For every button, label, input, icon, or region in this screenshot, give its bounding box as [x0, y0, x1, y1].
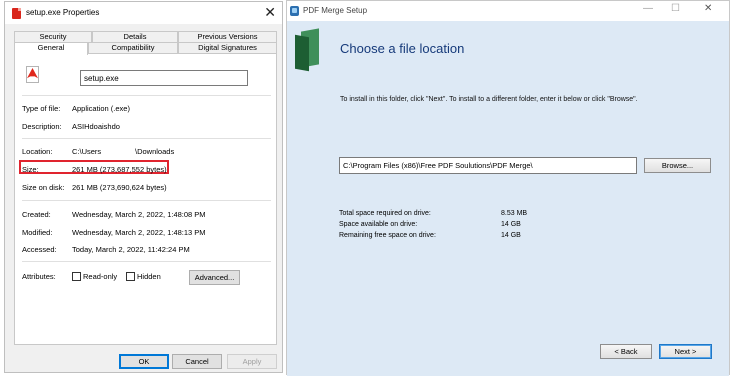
- minimize-icon[interactable]: —: [643, 3, 653, 14]
- hidden-label: Hidden: [137, 272, 161, 281]
- install-instructions: To install in this folder, click "Next".…: [340, 96, 638, 103]
- location-label: Location:: [22, 147, 53, 156]
- modified-value: Wednesday, March 2, 2022, 1:48:13 PM: [72, 228, 206, 237]
- readonly-label: Read-only: [83, 272, 118, 281]
- space-required-value: 8.53 MB: [501, 210, 528, 217]
- tab-security[interactable]: Security: [14, 31, 92, 42]
- divider: [22, 261, 271, 262]
- divider: [22, 95, 271, 96]
- tab-compatibility[interactable]: Compatibility: [88, 42, 178, 53]
- location-value: C:\Users: [72, 147, 102, 156]
- size-on-disk-label: Size on disk:: [22, 183, 65, 192]
- ok-button[interactable]: OK: [119, 354, 169, 369]
- install-path-input[interactable]: C:\Program Files (x86)\Free PDF Soulutio…: [339, 157, 637, 174]
- properties-titlebar: setup.exe Properties ✕: [5, 2, 282, 24]
- properties-title: setup.exe Properties: [26, 8, 100, 17]
- attributes-label: Attributes:: [22, 272, 56, 281]
- modified-label: Modified:: [22, 228, 53, 237]
- size-value: 261 MB (273,687,552 bytes): [72, 165, 167, 174]
- pdf-icon: [26, 66, 41, 83]
- page-title: Choose a file location: [340, 41, 465, 56]
- type-label: Type of file:: [22, 104, 61, 113]
- folder-icon: [295, 28, 323, 72]
- cancel-button[interactable]: Cancel: [172, 354, 222, 369]
- close-icon[interactable]: ✕: [704, 3, 712, 14]
- app-icon: [290, 6, 299, 16]
- type-value: Application (.exe): [72, 104, 130, 113]
- file-name-field[interactable]: setup.exe: [80, 70, 248, 86]
- space-remaining-value: 14 GB: [501, 232, 521, 239]
- description-label: Description:: [22, 122, 62, 131]
- tab-digital-signatures[interactable]: Digital Signatures: [178, 42, 277, 53]
- space-available-value: 14 GB: [501, 221, 521, 228]
- apply-button[interactable]: Apply: [227, 354, 277, 369]
- description-value: ASIHdoaishdo: [72, 122, 120, 131]
- created-label: Created:: [22, 210, 51, 219]
- hidden-checkbox[interactable]: [126, 272, 135, 281]
- space-available-label: Space available on drive:: [339, 221, 418, 228]
- size-on-disk-value: 261 MB (273,690,624 bytes): [72, 183, 167, 192]
- readonly-checkbox[interactable]: [72, 272, 81, 281]
- tab-previous-versions[interactable]: Previous Versions: [178, 31, 277, 42]
- divider: [22, 138, 271, 139]
- maximize-icon[interactable]: ☐: [671, 3, 680, 14]
- general-panel: setup.exe Type of file: Application (.ex…: [14, 53, 277, 345]
- setup-title: PDF Merge Setup: [303, 6, 368, 15]
- divider: [22, 200, 271, 201]
- back-button[interactable]: < Back: [600, 344, 652, 359]
- space-remaining-label: Remaining free space on drive:: [339, 232, 436, 239]
- pdf-file-icon: [12, 8, 21, 19]
- close-icon[interactable]: ✕: [264, 4, 276, 20]
- location-value-downloads: \Downloads: [135, 147, 175, 156]
- next-button[interactable]: Next >: [659, 344, 712, 359]
- tab-details[interactable]: Details: [92, 31, 178, 42]
- size-label: Size:: [22, 165, 39, 174]
- browse-button[interactable]: Browse...: [644, 158, 711, 173]
- space-required-label: Total space required on drive:: [339, 210, 431, 217]
- accessed-value: Today, March 2, 2022, 11:42:24 PM: [72, 245, 190, 254]
- setup-titlebar: PDF Merge Setup — ☐ ✕: [287, 1, 729, 21]
- setup-body: Choose a file location To install in thi…: [287, 21, 729, 376]
- tab-general[interactable]: General: [14, 42, 88, 55]
- properties-dialog: setup.exe Properties ✕ Security Details …: [4, 1, 283, 373]
- advanced-button[interactable]: Advanced...: [189, 270, 240, 285]
- accessed-label: Accessed:: [22, 245, 57, 254]
- created-value: Wednesday, March 2, 2022, 1:48:08 PM: [72, 210, 206, 219]
- setup-window: PDF Merge Setup — ☐ ✕ Choose a file loca…: [286, 0, 730, 376]
